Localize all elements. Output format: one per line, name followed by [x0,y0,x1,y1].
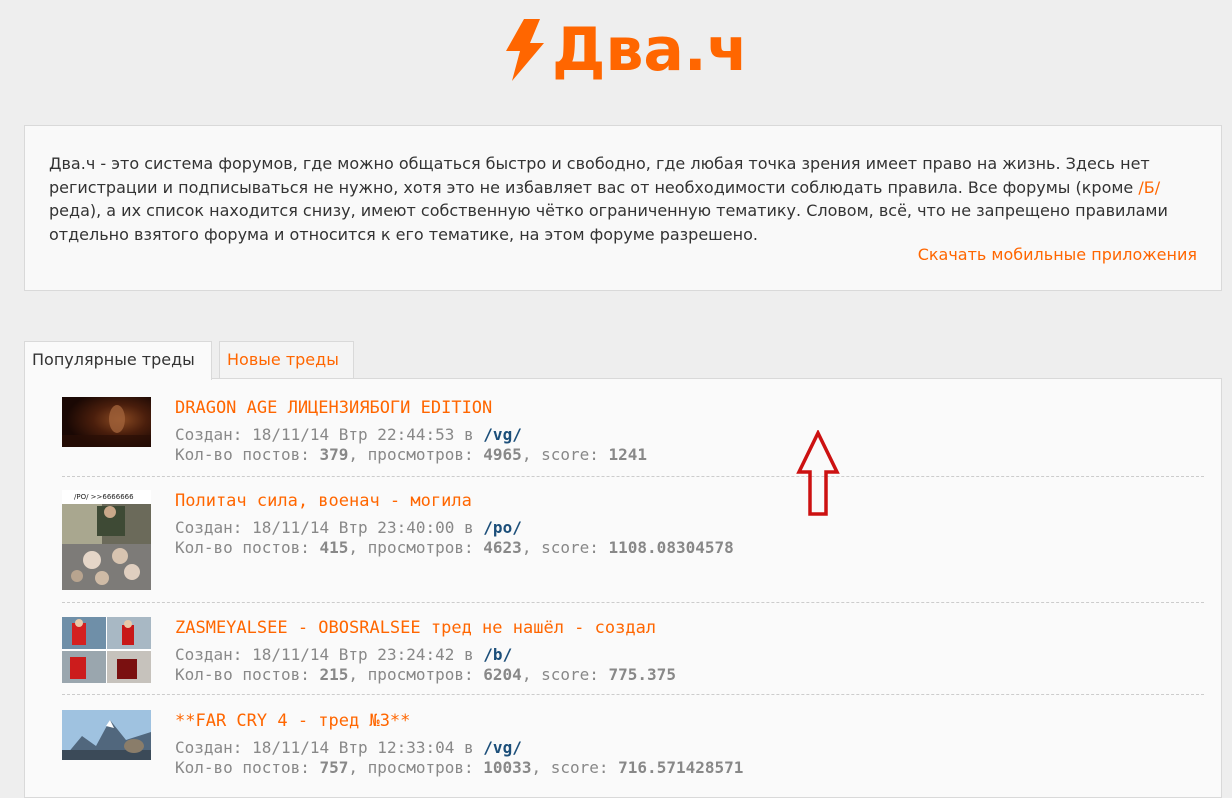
thread-divider [62,476,1204,477]
thumb-caption: /PO/ >>6666666 [74,493,134,501]
thread-stats: Кол-во постов: 415, просмотров: 4623, sc… [175,538,734,557]
thread-info: DRAGON AGE ЛИЦЕНЗИЯБОГИ EDITION Создан: … [175,397,1195,465]
board-link[interactable]: /vg/ [483,425,522,444]
thread-created: Создан: 18/11/14 Втр 23:40:00 в /po/ [175,518,522,537]
thread-title[interactable]: DRAGON AGE ЛИЦЕНЗИЯБОГИ EDITION [175,397,1195,419]
lightning-bolt-icon [506,19,544,81]
thread-created: Создан: 18/11/14 Втр 23:24:42 в /b/ [175,645,513,664]
thread-info: Политач сила, военач - могила Создан: 18… [175,490,1195,558]
logo-text: Два.ч [552,15,748,85]
thread-info: **FAR CRY 4 - тред №3** Создан: 18/11/14… [175,710,1195,778]
thread-title[interactable]: Политач сила, военач - могила [175,490,1195,512]
thread-stats: Кол-во постов: 215, просмотров: 6204, sc… [175,665,676,684]
thread-title[interactable]: **FAR CRY 4 - тред №3** [175,710,1195,732]
about-box: Два.ч - это система форумов, где можно о… [24,125,1222,291]
board-link[interactable]: /vg/ [483,738,522,757]
about-text: Два.ч - это система форумов, где можно о… [49,154,1168,244]
thread-list-panel: DRAGON AGE ЛИЦЕНЗИЯБОГИ EDITION Создан: … [24,378,1222,798]
thread-info: ZASMEYALSEE - OBOSRALSEE тред не нашёл -… [175,617,1195,685]
comic-strip-thumbnail[interactable] [62,617,151,683]
board-link[interactable]: /b/ [483,645,512,664]
b-board-link[interactable]: /Б/ [1138,178,1160,197]
mobile-apps-link[interactable]: Скачать мобильные приложения [918,245,1197,264]
board-link[interactable]: /po/ [483,518,522,537]
tab-new-threads[interactable]: Новые треды [219,341,354,379]
thread-title[interactable]: ZASMEYALSEE - OBOSRALSEE тред не нашёл -… [175,617,1195,639]
thread-divider [62,694,1204,695]
tab-popular-threads[interactable]: Популярные треды [24,341,212,380]
site-logo[interactable]: Два.ч [500,10,748,90]
up-arrow-annotation-icon [795,429,841,522]
thread-stats: Кол-во постов: 757, просмотров: 10033, s… [175,758,744,777]
thread-created: Создан: 18/11/14 Втр 12:33:04 в /vg/ [175,738,522,757]
thread-stats: Кол-во постов: 379, просмотров: 4965, sc… [175,445,648,464]
meme-collage-thumbnail[interactable]: /PO/ >>6666666 [62,490,151,590]
thread-created: Создан: 18/11/14 Втр 22:44:53 в /vg/ [175,425,522,444]
mountain-landscape-thumbnail[interactable] [62,710,151,760]
thread-divider [62,602,1204,603]
dark-game-scene-thumbnail[interactable] [62,397,151,447]
